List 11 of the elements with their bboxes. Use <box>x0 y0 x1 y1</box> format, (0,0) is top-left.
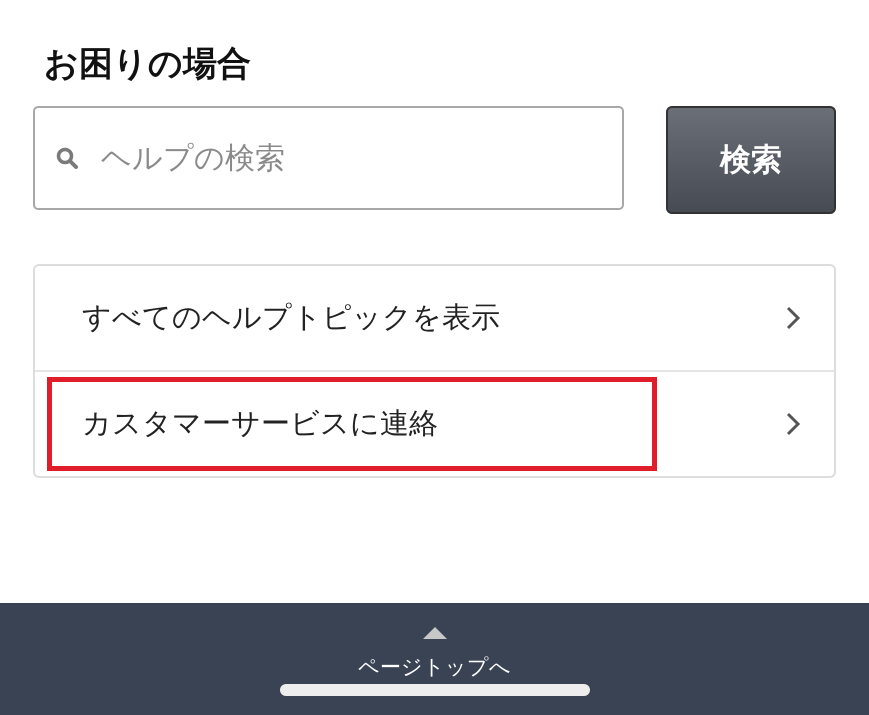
list-item[interactable]: カスタマーサービスに連絡 <box>35 370 834 476</box>
list-item[interactable]: すべてのヘルプトピックを表示 <box>35 266 834 370</box>
section-heading: お困りの場合 <box>44 43 252 86</box>
chevron-icon <box>786 306 800 330</box>
up-triangle-icon <box>422 627 446 639</box>
page-top-link[interactable]: ページトップへ <box>358 653 511 681</box>
chevron-icon <box>786 412 800 436</box>
search-field[interactable]: ヘルプの検索 <box>33 106 624 210</box>
search-button[interactable]: 検索 <box>666 106 836 214</box>
item-label: カスタマーサービスに連絡 <box>47 377 657 471</box>
item-label: すべてのヘルプトピックを表示 <box>81 299 501 336</box>
